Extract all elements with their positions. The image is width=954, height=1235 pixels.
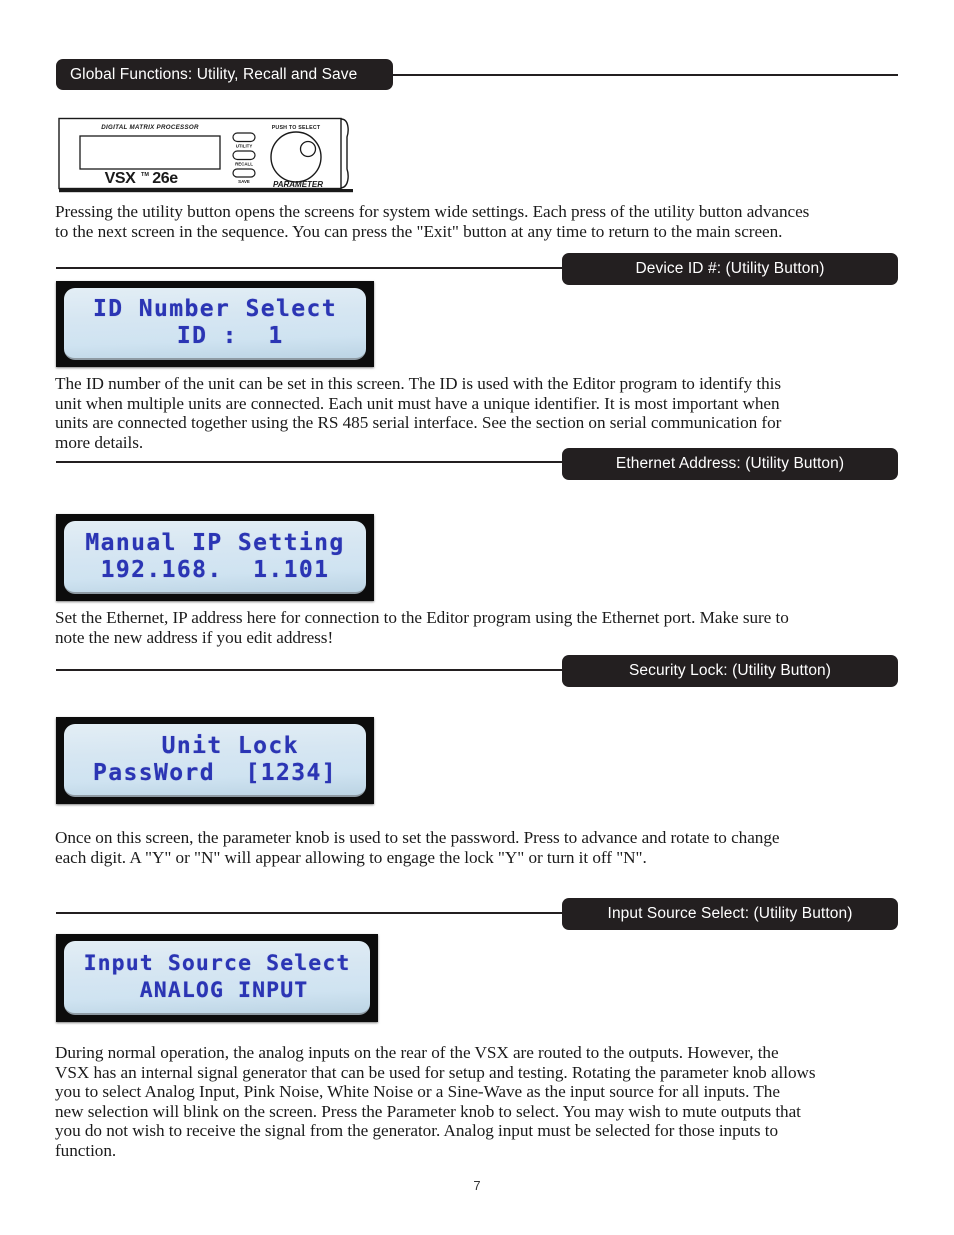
section-title-banner: Global Functions: Utility, Recall and Sa… <box>56 59 393 90</box>
svg-text:PARAMETER: PARAMETER <box>273 180 323 189</box>
lcd-display-ethernet: Manual IP Setting 192.168. 1.101 <box>56 514 374 601</box>
paragraph-security-lock: Once on this screen, the parameter knob … <box>55 828 780 867</box>
banner-security-lock: Security Lock: (Utility Button) <box>562 655 898 687</box>
svg-text:SAVE: SAVE <box>238 179 250 184</box>
lcd-line-2: PassWord [1234] <box>93 759 337 786</box>
svg-text:26e: 26e <box>152 170 178 187</box>
intro-paragraph: Pressing the utility button opens the sc… <box>55 202 810 241</box>
banner-security-lock-text: Security Lock: (Utility Button) <box>628 662 832 680</box>
vsx-26e-front-panel-illustration: DIGITAL MATRIX PROCESSOR VSX TM 26e UTIL… <box>58 117 354 195</box>
svg-text:TM: TM <box>141 172 149 178</box>
svg-text:UTILITY: UTILITY <box>236 144 253 149</box>
banner-input-source-select: Input Source Select: (Utility Button) <box>562 898 898 930</box>
section-title-text: Global Functions: Utility, Recall and Sa… <box>70 65 358 83</box>
lcd-line-1: ID Number Select <box>93 296 337 322</box>
banner-device-id-text: Device ID #: (Utility Button) <box>635 260 825 278</box>
lcd-line-2: 192.168. 1.101 <box>100 556 330 583</box>
paragraph-device-id: The ID number of the unit can be set in … <box>55 374 782 452</box>
banner-ethernet-address-text: Ethernet Address: (Utility Button) <box>615 455 845 473</box>
banner-ethernet-address: Ethernet Address: (Utility Button) <box>562 448 898 480</box>
lcd-line-1: Unit Lock <box>131 732 299 759</box>
svg-text:PUSH TO SELECT: PUSH TO SELECT <box>272 125 321 131</box>
lcd-line-1: Input Source Select <box>83 951 351 976</box>
lcd-display-security-lock: Unit Lock PassWord [1234] <box>56 717 374 804</box>
lcd-line-2: ID : 1 <box>146 323 284 349</box>
banner-input-source-select-text: Input Source Select: (Utility Button) <box>607 905 853 923</box>
lcd-display-input-source: Input Source Select ANALOG INPUT <box>56 934 378 1022</box>
banner-device-id: Device ID #: (Utility Button) <box>562 253 898 285</box>
svg-text:VSX: VSX <box>105 170 137 187</box>
paragraph-input-source-select: During normal operation, the analog inpu… <box>55 1043 816 1160</box>
svg-text:DIGITAL MATRIX PROCESSOR: DIGITAL MATRIX PROCESSOR <box>101 124 199 131</box>
paragraph-ethernet-address: Set the Ethernet, IP address here for co… <box>55 608 789 647</box>
page-number: 7 <box>473 1178 481 1193</box>
lcd-line-1: Manual IP Setting <box>85 529 345 556</box>
lcd-display-device-id: ID Number Select ID : 1 <box>56 281 374 367</box>
lcd-line-2: ANALOG INPUT <box>125 978 309 1003</box>
svg-text:RECALL: RECALL <box>235 162 253 167</box>
